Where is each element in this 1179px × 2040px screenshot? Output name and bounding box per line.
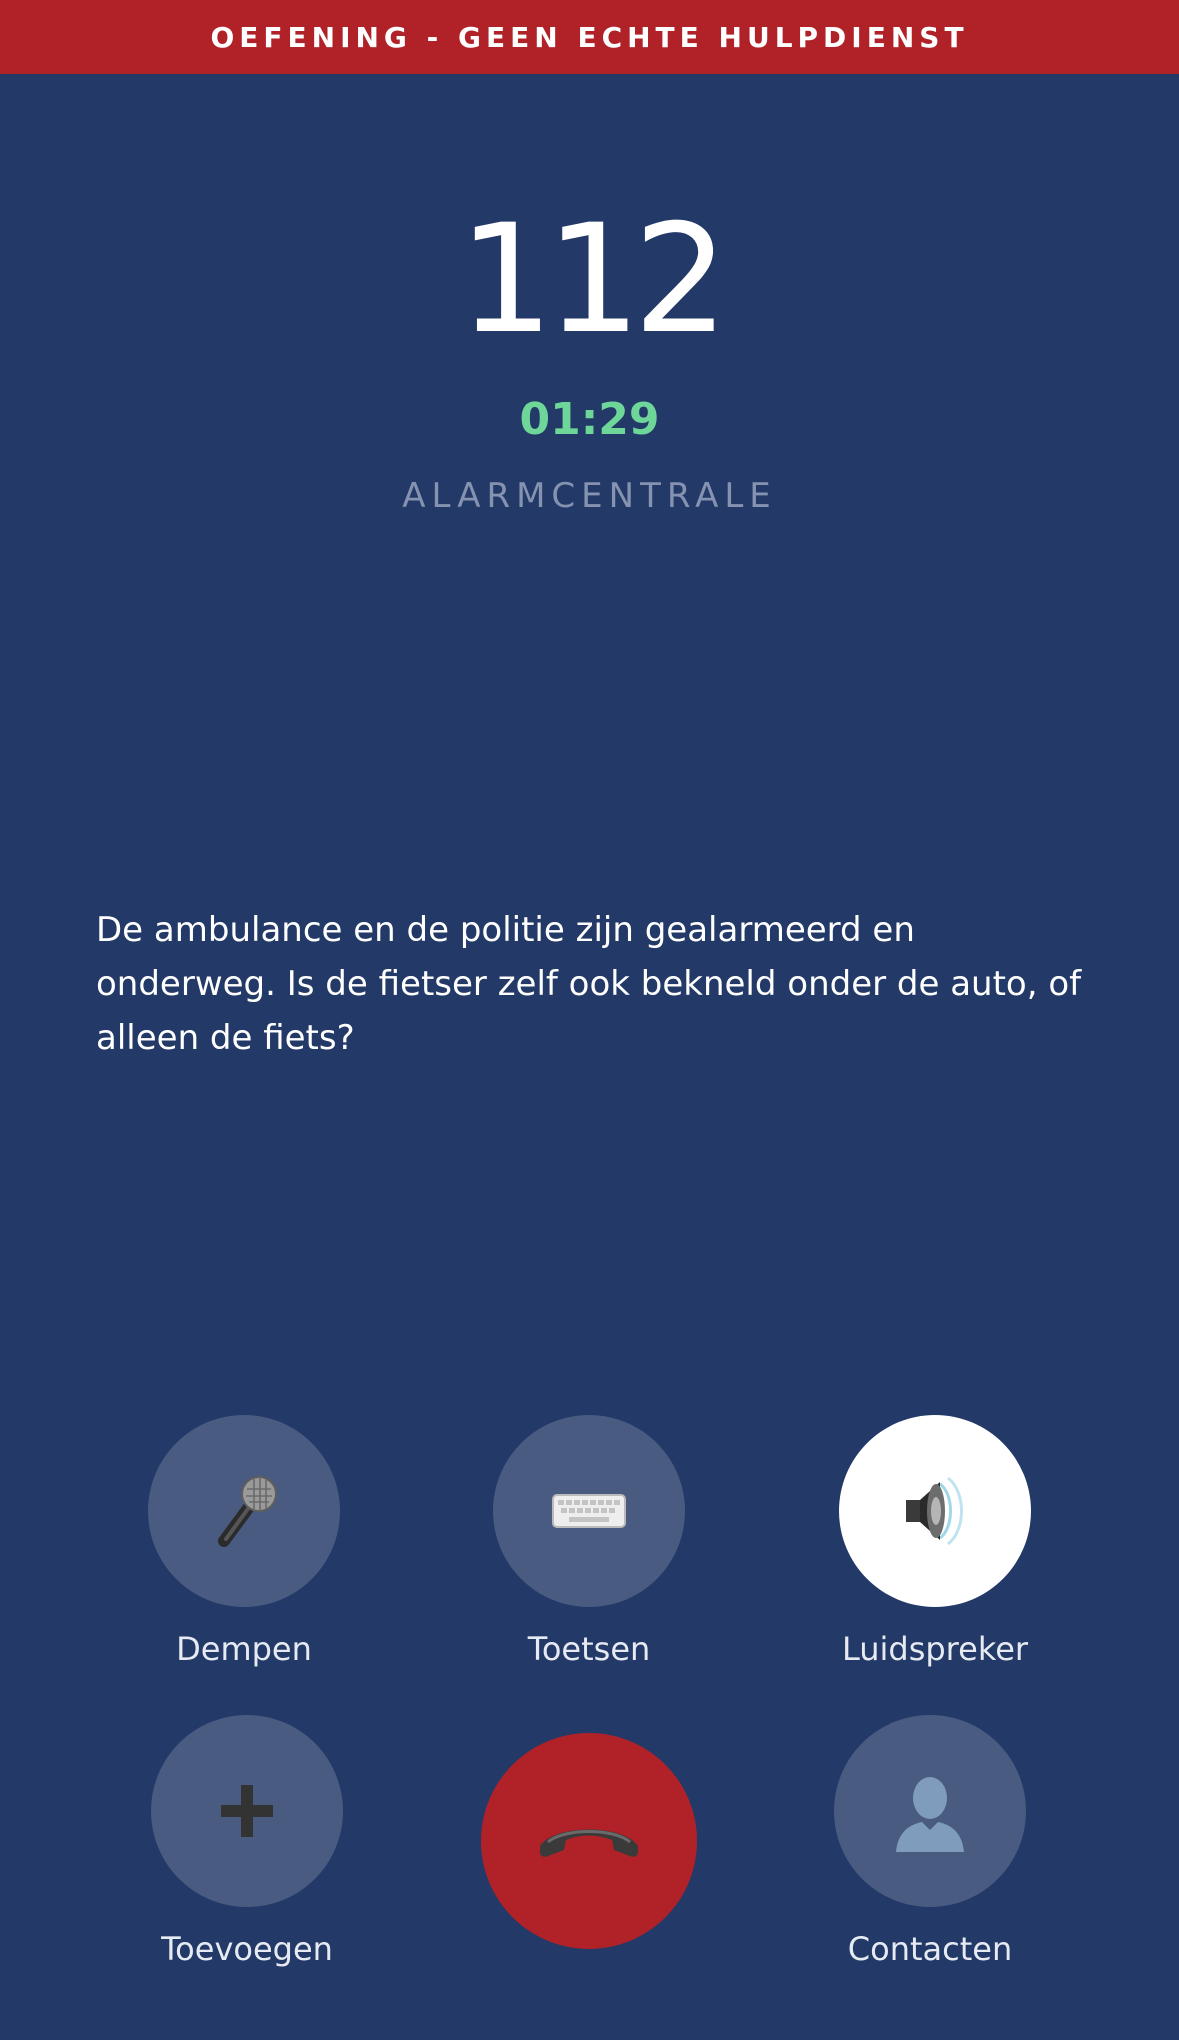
speaker-control: Luidspreker: [795, 1415, 1075, 1671]
practice-banner-text: OEFENING - GEEN ECHTE HULPDIENST: [210, 20, 969, 54]
keypad-control: Toetsen: [449, 1415, 729, 1671]
add-call-label: Toevoegen: [161, 1930, 333, 1968]
dispatcher-message: De ambulance en de politie zijn gealarme…: [96, 910, 1082, 1058]
plus-icon: [221, 1785, 273, 1837]
practice-banner: OEFENING - GEEN ECHTE HULPDIENST: [0, 0, 1179, 74]
mute-label: Dempen: [176, 1630, 312, 1668]
called-number: 112: [458, 193, 728, 367]
end-call-button[interactable]: [481, 1733, 697, 1949]
contact-icon: [896, 1777, 964, 1852]
add-call-button[interactable]: [151, 1715, 343, 1907]
add-call-control: Toevoegen: [107, 1715, 387, 1971]
mute-control: Dempen: [104, 1415, 384, 1671]
speaker-label: Luidspreker: [841, 1630, 1029, 1668]
end-call-icon: [540, 1829, 638, 1857]
caller-label: ALARMCENTRALE: [402, 476, 777, 516]
speaker-button[interactable]: [839, 1415, 1031, 1607]
contacts-label: Contacten: [847, 1930, 1013, 1968]
microphone-icon: [218, 1476, 277, 1547]
speaker-icon: [906, 1476, 963, 1546]
keypad-button[interactable]: [493, 1415, 685, 1607]
mute-button[interactable]: [148, 1415, 340, 1607]
contacts-control: Contacten: [790, 1715, 1070, 1971]
keypad-label: Toetsen: [527, 1630, 651, 1668]
call-timer: 01:29: [519, 394, 660, 445]
contacts-button[interactable]: [834, 1715, 1026, 1907]
keyboard-icon: [552, 1494, 626, 1528]
